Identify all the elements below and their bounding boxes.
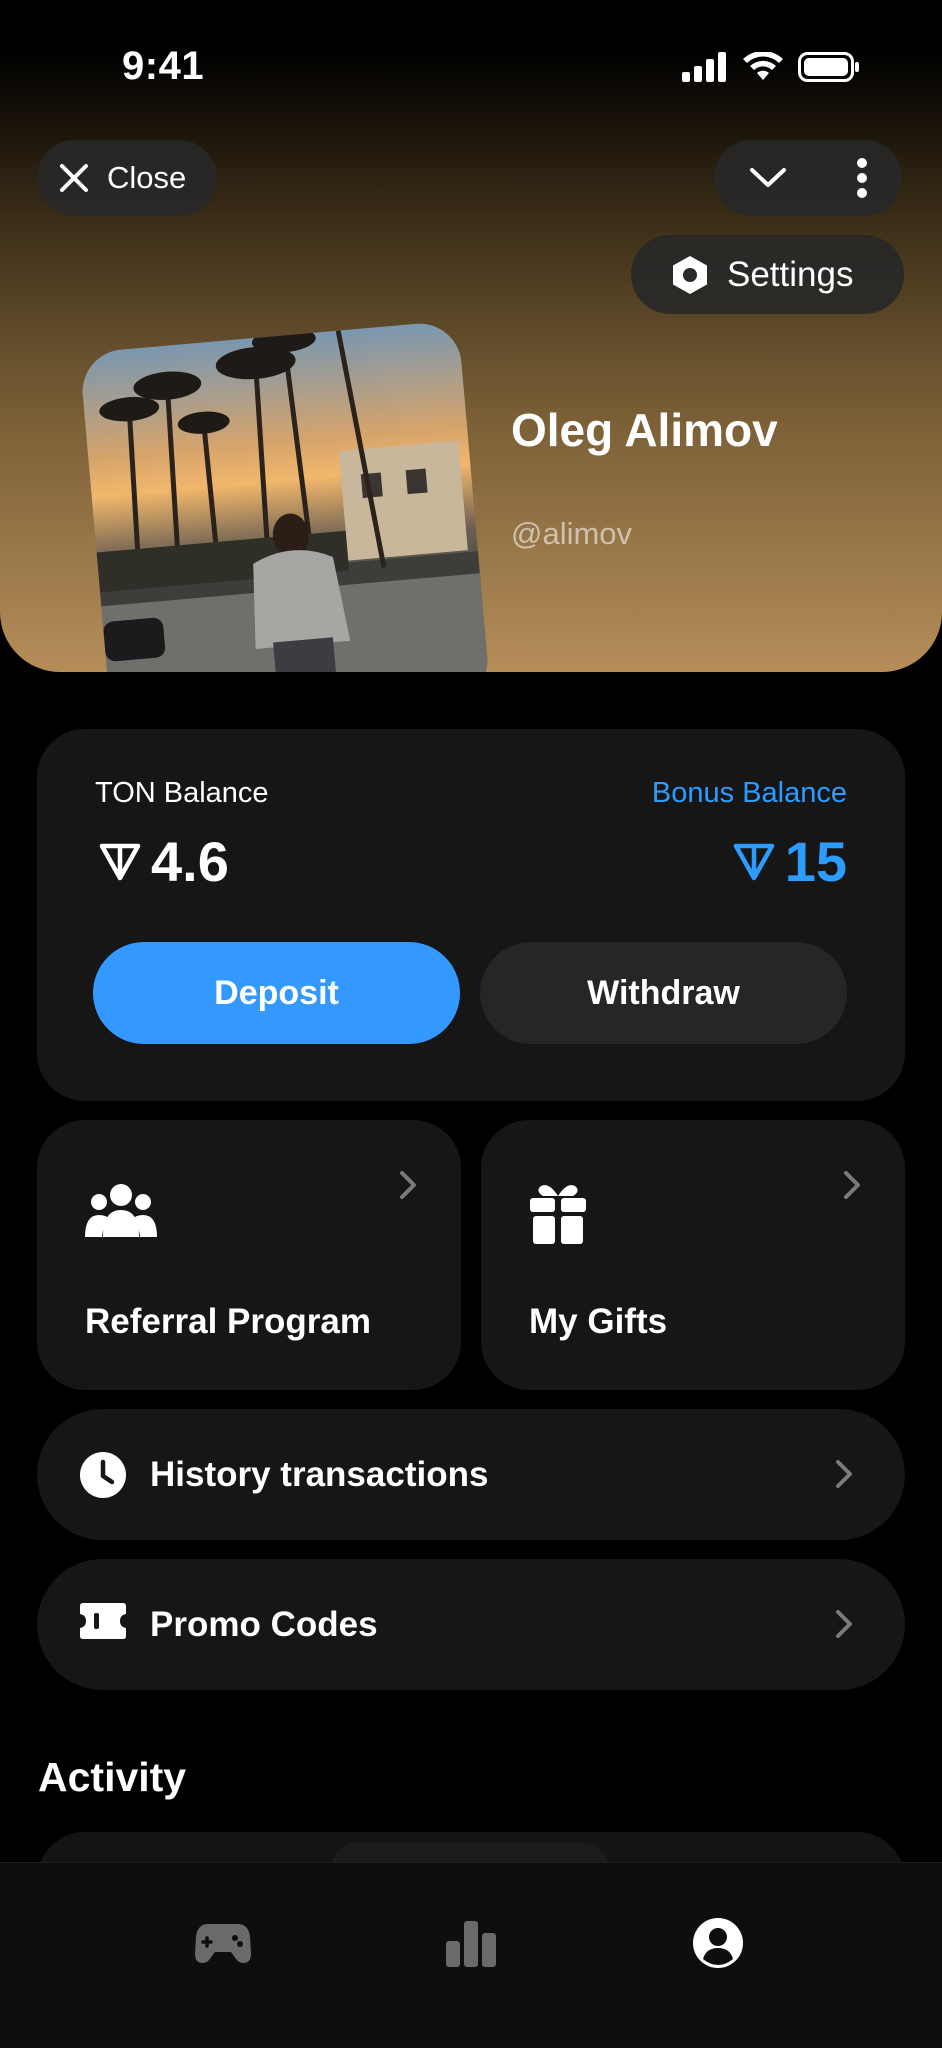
menu-controls <box>714 140 902 216</box>
tab-games[interactable] <box>183 1903 263 1983</box>
battery-icon <box>798 52 859 82</box>
activity-title: Activity <box>38 1754 187 1800</box>
close-button[interactable]: Close <box>37 140 217 216</box>
promo-codes-label: Promo Codes <box>150 1604 378 1644</box>
profile-handle: @alimov <box>511 516 633 551</box>
history-transactions-label: History transactions <box>150 1454 489 1494</box>
history-transactions-row[interactable]: History transactions <box>37 1409 905 1540</box>
ton-balance-label: TON Balance <box>95 777 269 809</box>
referral-program-tile[interactable]: Referral Program <box>37 1120 461 1390</box>
chevron-right-icon <box>836 1460 852 1488</box>
ton-balance-amount: 4.6 <box>151 830 229 893</box>
settings-label: Settings <box>727 254 854 294</box>
chevron-right-icon <box>836 1610 852 1638</box>
referral-program-label: Referral Program <box>85 1302 371 1341</box>
status-time: 9:41 <box>122 44 205 88</box>
cellular-signal-icon <box>682 52 726 82</box>
profile-icon <box>693 1918 743 1968</box>
profile-photo <box>79 320 491 672</box>
close-label: Close <box>107 160 187 195</box>
gamepad-icon <box>195 1924 251 1963</box>
status-icons <box>682 52 860 82</box>
bar-chart-icon <box>446 1921 496 1967</box>
my-gifts-label: My Gifts <box>529 1302 668 1341</box>
ticket-icon <box>80 1603 126 1639</box>
promo-codes-row[interactable]: Promo Codes <box>37 1559 905 1690</box>
tab-bar <box>0 1862 942 2048</box>
settings-icon <box>673 255 707 294</box>
chevron-right-icon <box>400 1171 416 1199</box>
bonus-balance-amount: 15 <box>784 830 847 893</box>
gift-icon <box>530 1185 586 1244</box>
more-vertical-icon[interactable] <box>856 158 868 198</box>
bonus-balance-label: Bonus Balance <box>651 777 847 809</box>
ton-icon <box>99 843 141 880</box>
close-icon <box>60 164 88 192</box>
profile-name: Oleg Alimov <box>511 404 778 456</box>
tab-profile[interactable] <box>678 1903 758 1983</box>
tab-stats[interactable] <box>431 1903 511 1983</box>
settings-button[interactable]: Settings <box>631 235 904 314</box>
bonus-balance-value: 15 <box>733 829 847 894</box>
group-icon <box>85 1184 157 1237</box>
ton-icon <box>733 843 774 880</box>
my-gifts-tile[interactable]: My Gifts <box>481 1120 905 1390</box>
chevron-down-icon[interactable] <box>749 166 787 190</box>
balance-card: TON Balance Bonus Balance 4.6 15 Deposit… <box>37 729 905 1101</box>
deposit-button[interactable]: Deposit <box>93 942 460 1044</box>
clock-icon <box>80 1452 126 1498</box>
withdraw-button[interactable]: Withdraw <box>480 942 847 1044</box>
ton-balance-value: 4.6 <box>99 829 229 894</box>
wifi-icon <box>743 52 783 80</box>
profile-header: 9:41 Close Settings Oleg Alimov @alimov <box>0 0 942 672</box>
chevron-right-icon <box>844 1171 860 1199</box>
